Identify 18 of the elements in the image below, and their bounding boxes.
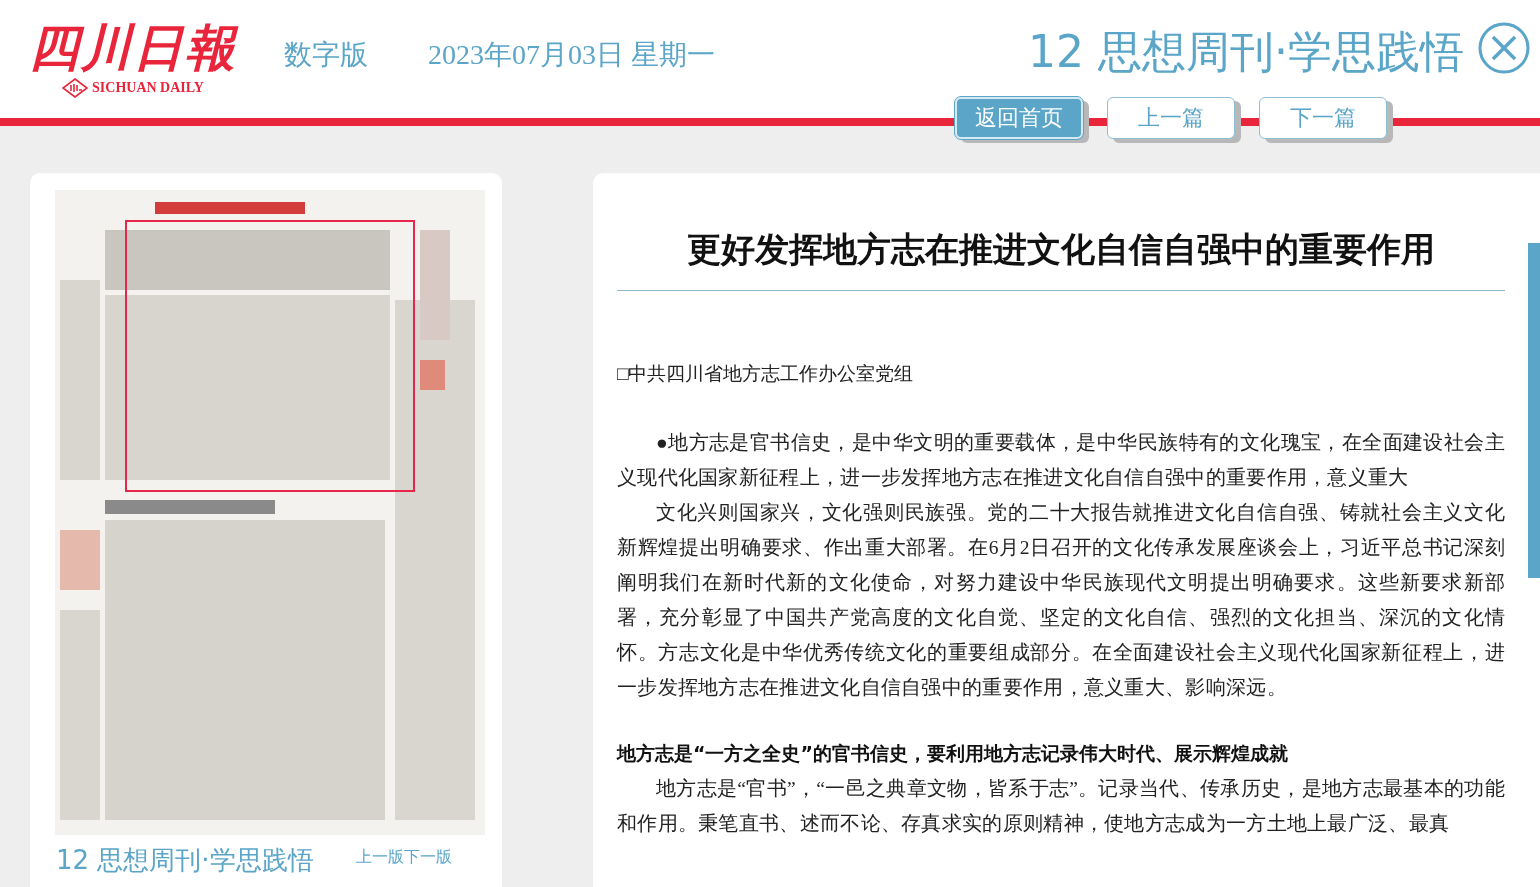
page-link[interactable]: 下一版 [403, 847, 452, 868]
highlight-frame[interactable] [125, 220, 415, 492]
article-byline: □中共四川省地方志工作办公室党组 [617, 361, 915, 386]
article-title: 更好发挥地方志在推进文化自信自强中的重要作用 [686, 229, 1436, 270]
article-paragraph: 文化兴则国家兴，文化强则民族强。党的二十大报告就推进文化自信自强、铸就社会主义文化新辉煌提出明确要求、作出重大部署。在6月2日召开的文化传承发展座谈会上，习近平总书记深刻阐明我们在新时代新的文化使命，对努力建设中华民族现代文明提出明确要求。这些新要求新部署，充分彰显了中国共产党高度的文化自觉、坚定的文化自信、强烈的文化担当、深沉的文化情怀。方志文化是中华优秀传统文化的重要组成部分。在全面建设社会主义现代化国家新征程上，进一步发挥地方志在推进文化自信自强中的重要作用，意义重大、影响深远。 [617, 500, 1505, 700]
newspaper-subtitle: SICHUAN DAILY [92, 79, 204, 96]
scrollbar-thumb[interactable] [1528, 243, 1540, 578]
diamond-emblem-icon [62, 77, 89, 98]
article-paragraph: ●地方志是官书信史，是中华文明的重要载体，是中华民族特有的文化瑰宝，在全面建设社会主义现代化国家新征程上，进一步发挥地方志在推进文化自信自强中的重要作用，意义重大 [617, 430, 1505, 490]
page-link[interactable]: 上一版 [355, 847, 404, 868]
close-icon[interactable] [1478, 22, 1530, 74]
article-paragraph: 地方志是“官书”，“一邑之典章文物，皆系于志”。记录当代、传承历史，是地方志最基本的功能和作用。秉笔直书、述而不论、存真求实的原则精神，使地方志成为一方土地上最广泛、最真 [617, 776, 1505, 836]
newspaper-logo: 四川日報 [29, 20, 237, 76]
section-heading: 地方志是“一方之全史”的官书信史，要利用地方志记录伟大时代、展示辉煌成就 [617, 740, 1289, 766]
issue-date: 2023年07月03日 星期一 [428, 38, 715, 72]
page-name: 12 思想周刊·学思践悟 [56, 844, 314, 877]
edition-label: 数字版 [284, 37, 368, 73]
page-title: 12 思想周刊·学思践悟 [1028, 24, 1464, 79]
